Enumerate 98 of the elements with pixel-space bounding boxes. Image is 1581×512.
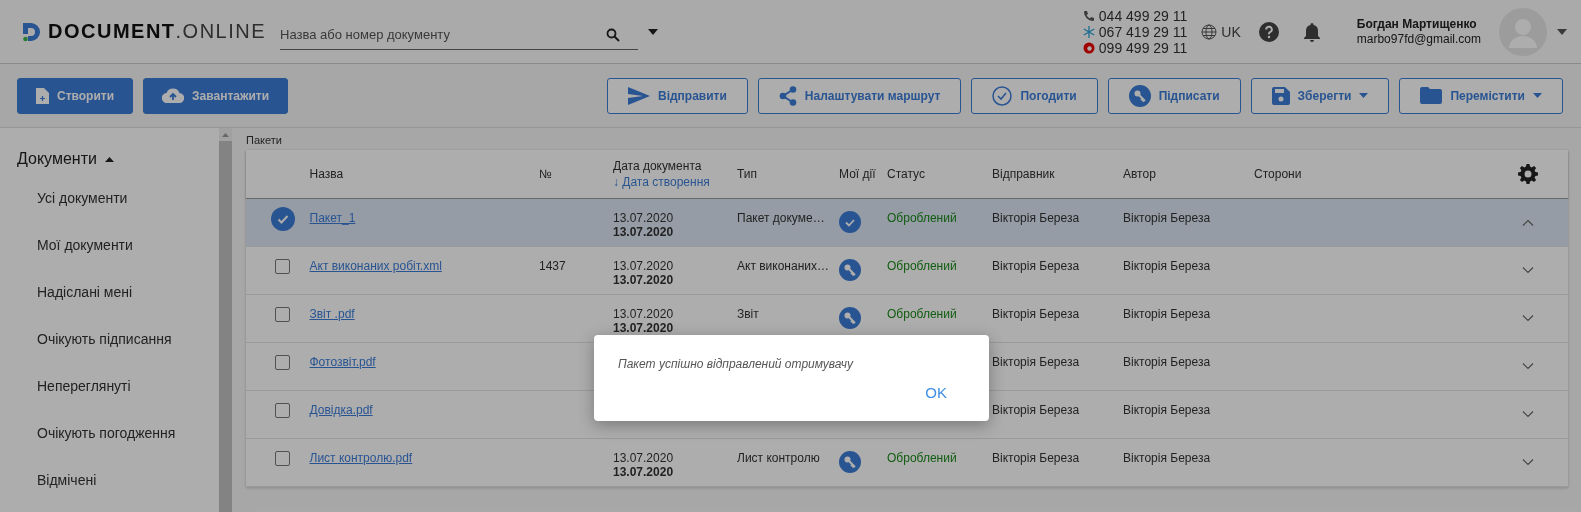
send-icon [627, 86, 650, 105]
table-cell-text: 13.07.2020 [613, 225, 675, 239]
key-icon[interactable] [839, 259, 861, 281]
checkbox[interactable] [275, 403, 291, 418]
table-cell-text: 13.07.2020 [613, 321, 675, 335]
chevron-icon[interactable] [1522, 315, 1534, 322]
table-cell: Вікторія Береза [992, 211, 1080, 225]
sidebar-section-header[interactable]: Документи [0, 128, 219, 174]
table-cell: Вікторія Береза [992, 355, 1080, 369]
key-icon [1128, 84, 1151, 107]
table-cell-text: 13.07.2020 [613, 451, 675, 465]
column-header[interactable]: Сторони [1254, 167, 1488, 181]
checkbox[interactable] [275, 307, 291, 322]
column-header[interactable]: Назва [309, 167, 539, 181]
user-name: Богдан Мартищенко [1356, 16, 1478, 32]
chevron-icon[interactable] [1522, 267, 1534, 274]
sidebar-item[interactable]: Усі документи [0, 174, 219, 221]
table-cell: Лист контролю [737, 451, 820, 465]
cloud-upload-icon [162, 88, 185, 103]
table-cell-text: 13.07.2020 [613, 273, 675, 287]
table-cell: Вікторія Береза [992, 451, 1080, 465]
language-selector[interactable]: UK [1201, 23, 1241, 40]
table-cell: Вікторія Береза [1123, 355, 1211, 369]
table-cell-text: 13.07.2020 [613, 211, 675, 225]
caret-icon[interactable] [1557, 28, 1567, 35]
scroll-up-icon [222, 133, 229, 137]
phone-icon [1082, 9, 1095, 22]
checkbox[interactable] [275, 355, 291, 370]
ring-icon [1082, 41, 1095, 54]
phone-number: 044 499 29 11 [1098, 7, 1188, 24]
checkbox[interactable] [275, 451, 291, 466]
table-cell: 1437 [539, 259, 566, 273]
settings-icon[interactable] [1518, 164, 1538, 184]
table-cell-text: 13.07.2020 [613, 465, 675, 479]
dialog-message: Пакет успішно відправлений отримувачу [618, 357, 855, 371]
user-email: marbo97fd@gmail.com [1356, 31, 1481, 47]
globe-icon [1201, 23, 1218, 40]
table-cell: Вікторія Береза [1123, 211, 1211, 225]
key-icon[interactable] [839, 451, 861, 473]
caret-icon[interactable] [648, 28, 658, 35]
search-icon [606, 27, 620, 42]
sidebar-item[interactable]: Очікують погодження [0, 409, 219, 456]
column-header[interactable]: Тип [737, 167, 839, 181]
asterisk-icon [1082, 25, 1095, 38]
folder-icon [1420, 87, 1443, 104]
table-cell: Пакет докуме… [737, 211, 825, 225]
table-row[interactable]: Акт виконаних робіт.xml 1437 13.07.2020 13.07.2020 Акт виконаних… Оброблений Вікторія Береза Вікторія Береза [246, 247, 1568, 295]
key-icon[interactable] [839, 307, 861, 329]
checked-circle-icon[interactable] [270, 207, 295, 231]
ok-button[interactable]: OK [917, 380, 955, 405]
help-icon[interactable] [1258, 21, 1279, 42]
chevron-icon[interactable] [1522, 459, 1534, 466]
logo-icon [20, 20, 42, 43]
sidebar-item[interactable]: Мої документи [0, 221, 219, 268]
file-icon [36, 87, 49, 104]
table-cell: Акт виконаних… [737, 259, 829, 273]
sidebar-item[interactable]: Надіслані мені [0, 268, 219, 315]
column-header[interactable]: Мої дії [839, 167, 887, 181]
phone-number: 099 499 29 11 [1098, 39, 1188, 56]
share-icon [778, 85, 797, 106]
caret-icon [104, 156, 114, 162]
table-row[interactable]: Пакет_1 13.07.2020 13.07.2020 Пакет докуме… Оброблений Вікторія Береза Вікторія Береза [246, 199, 1568, 247]
column-header[interactable]: Відправник [992, 167, 1123, 181]
table-cell-text: 13.07.2020 [613, 259, 675, 273]
column-header[interactable]: Дата документа [613, 159, 737, 173]
column-header[interactable]: № [539, 167, 613, 181]
status-text: Оброблений [887, 211, 957, 225]
table-cell: Вікторія Береза [1123, 451, 1211, 465]
breadcrumb: Пакети [246, 134, 283, 148]
chevron-icon[interactable] [1522, 363, 1534, 370]
table-cell: Вікторія Береза [992, 307, 1080, 321]
table-cell: Вікторія Береза [992, 259, 1080, 273]
search-field[interactable]: Назва або номер документу [280, 19, 638, 50]
column-header[interactable]: Статус [887, 167, 992, 181]
table-row[interactable]: Лист контролю.pdf 13.07.2020 13.07.2020 Лист контролю Оброблений Вікторія Береза Вікторія Береза [246, 439, 1568, 487]
table-cell: Звіт [737, 307, 759, 321]
sidebar-item[interactable]: Очікують підписання [0, 315, 219, 362]
table-cell: Вікторія Береза [992, 403, 1080, 417]
table-cell: Вікторія Береза [1123, 307, 1211, 321]
check-circle-icon[interactable] [839, 211, 861, 233]
table-cell: Вікторія Береза [1123, 403, 1211, 417]
chevron-icon[interactable] [1522, 411, 1534, 418]
status-text: Оброблений [887, 451, 957, 465]
document-link[interactable]: Фотозвіт.pdf [309, 355, 376, 369]
sidebar-item[interactable]: Непереглянуті [0, 362, 219, 409]
phone-number: 067 419 29 11 [1098, 23, 1188, 40]
table-cell: Вікторія Береза [1123, 259, 1211, 273]
status-text: Оброблений [887, 259, 957, 273]
check-circle-icon [992, 85, 1013, 106]
chevron-icon[interactable] [1522, 219, 1534, 226]
checkbox[interactable] [275, 259, 291, 274]
logo-text: DOCUMENT.ONLINE [48, 20, 267, 43]
column-header[interactable]: Автор [1123, 167, 1254, 181]
status-text: Оброблений [887, 307, 957, 321]
document-link[interactable]: Звіт .pdf [309, 307, 355, 321]
table-cell-text: 13.07.2020 [613, 307, 675, 321]
sidebar-item[interactable]: Відмічені [0, 456, 219, 503]
bell-icon[interactable] [1302, 21, 1321, 42]
